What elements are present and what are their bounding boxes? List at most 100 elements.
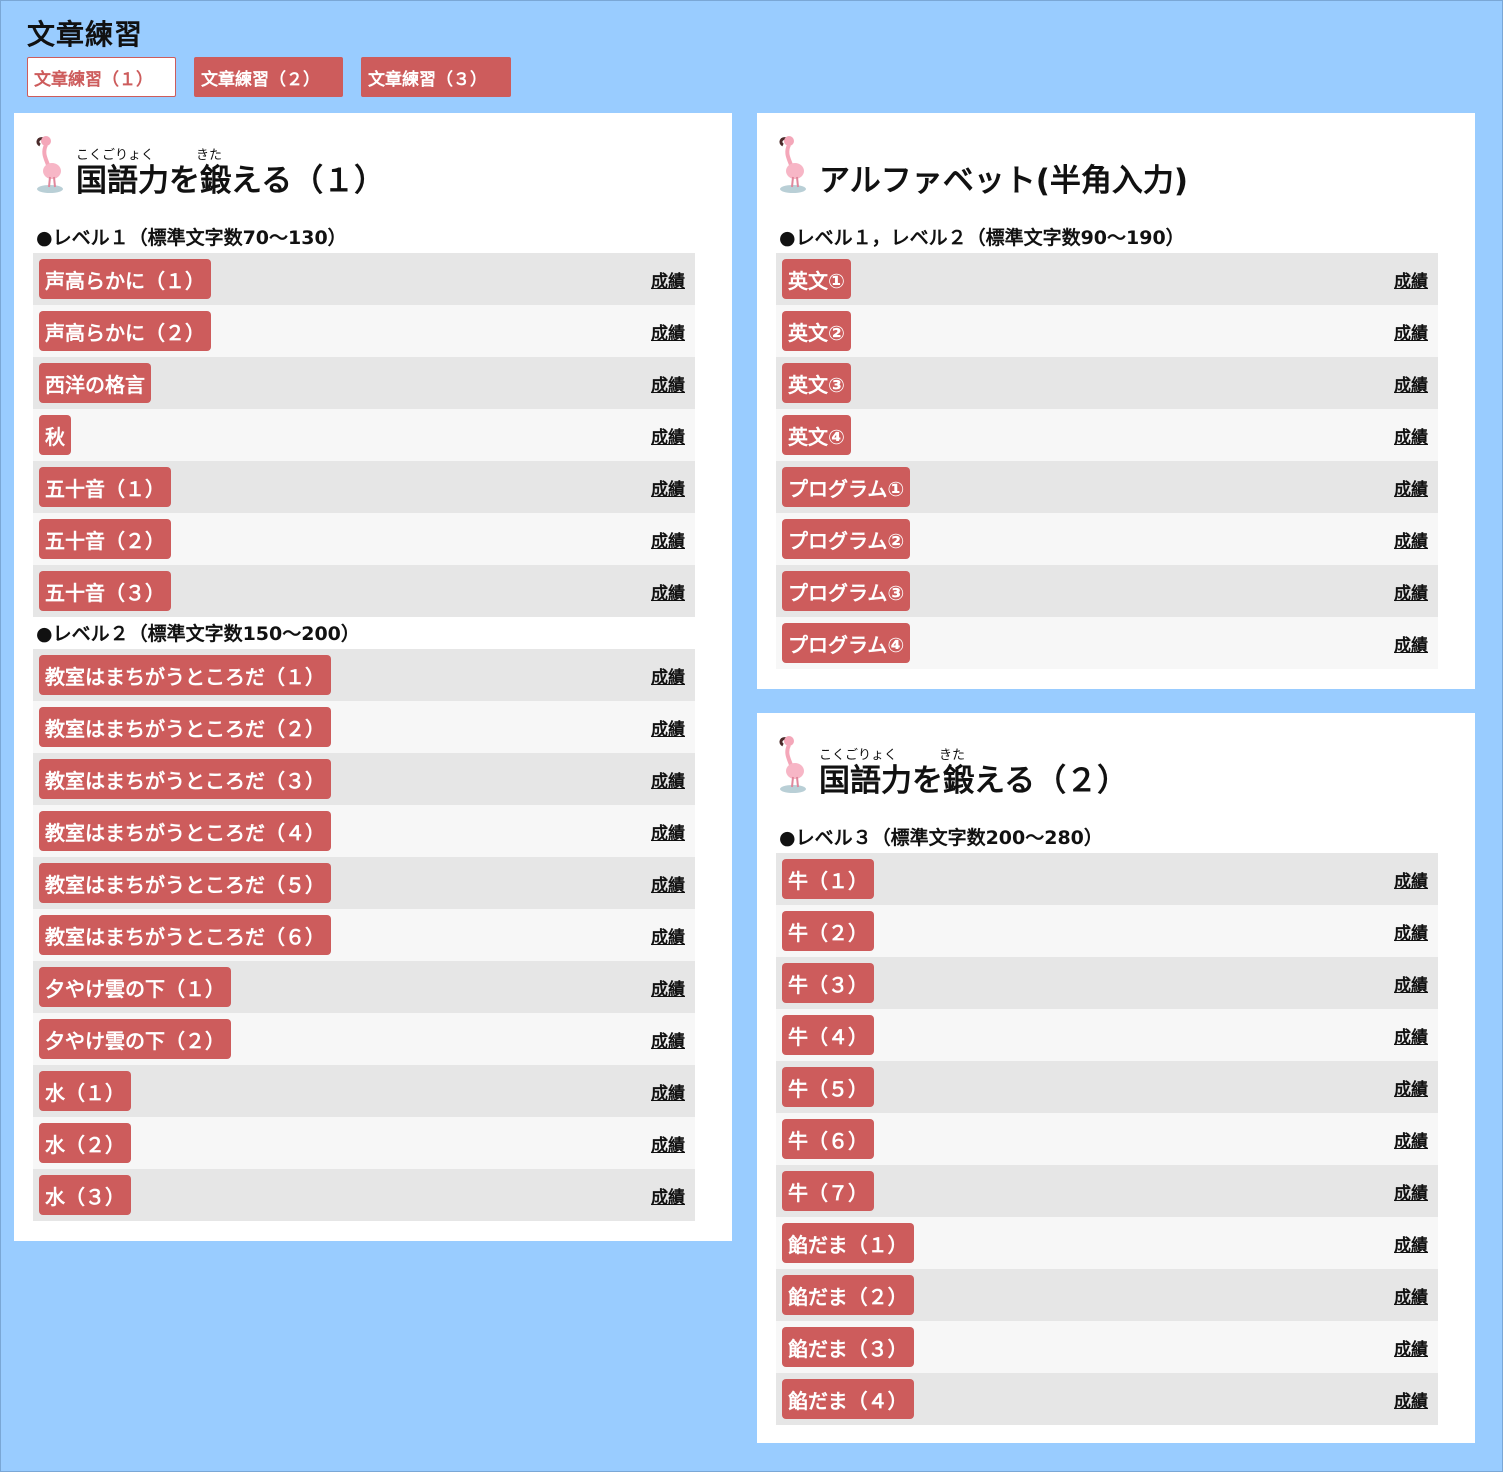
score-link[interactable]: 成績 — [1394, 1387, 1428, 1412]
exercise-button[interactable]: 牛（３） — [782, 963, 874, 1003]
panel-kokugo-2: こくごりょく きた 国語力を鍛える（２） ●レベル３（標準文字数200～280）… — [757, 713, 1475, 1443]
exercise-row: 教室はまちがうところだ（２） 成績 — [33, 701, 695, 753]
exercise-button[interactable]: 五十音（１） — [39, 467, 171, 507]
score-link[interactable]: 成績 — [1394, 971, 1428, 996]
exercise-row: プログラム① 成績 — [776, 461, 1438, 513]
exercise-button[interactable]: 声高らかに（１） — [39, 259, 211, 299]
score-link[interactable]: 成績 — [651, 267, 685, 292]
exercise-button[interactable]: 英文④ — [782, 415, 851, 455]
exercise-row: 餡だま（２） 成績 — [776, 1269, 1438, 1321]
score-link[interactable]: 成績 — [1394, 1127, 1428, 1152]
exercise-button[interactable]: 教室はまちがうところだ（１） — [39, 655, 331, 695]
exercise-button[interactable]: 教室はまちがうところだ（３） — [39, 759, 331, 799]
exercise-button[interactable]: 牛（５） — [782, 1067, 874, 1107]
exercise-button[interactable]: 水（３） — [39, 1175, 131, 1215]
score-link[interactable]: 成績 — [651, 1131, 685, 1156]
score-link[interactable]: 成績 — [651, 767, 685, 792]
exercise-list: 英文① 成績 英文② 成績 英文③ 成績 英文④ 成績 プログラム① 成績 プログラム② 成績 プログラ… — [776, 253, 1438, 669]
panel-title: 国語力を鍛える（１） — [76, 163, 386, 199]
exercise-button[interactable]: 英文② — [782, 311, 851, 351]
level-heading: ●レベル３（標準文字数200～280） — [779, 827, 1103, 849]
panel-alphabet: アルファベット(半角入力) ●レベル１，レベル２（標準文字数90～190） 英文… — [757, 113, 1475, 689]
score-link[interactable]: 成績 — [1394, 1335, 1428, 1360]
exercise-row: プログラム② 成績 — [776, 513, 1438, 565]
exercise-row: 教室はまちがうところだ（５） 成績 — [33, 857, 695, 909]
exercise-row: 教室はまちがうところだ（１） 成績 — [33, 649, 695, 701]
tab-practice-1[interactable]: 文章練習（１） — [27, 57, 176, 97]
score-link[interactable]: 成績 — [1394, 1179, 1428, 1204]
exercise-button[interactable]: 夕やけ雲の下（１） — [39, 967, 231, 1007]
flamingo-icon — [779, 136, 806, 193]
exercise-button[interactable]: 英文① — [782, 259, 851, 299]
page-title: 文章練習 — [27, 18, 144, 51]
score-link[interactable]: 成績 — [1394, 371, 1428, 396]
exercise-button[interactable]: 餡だま（４） — [782, 1379, 914, 1419]
exercise-button[interactable]: 牛（２） — [782, 911, 874, 951]
panel-header: こくごりょく きた 国語力を鍛える（１） — [32, 131, 692, 199]
exercise-button[interactable]: プログラム④ — [782, 623, 911, 663]
score-link[interactable]: 成績 — [651, 663, 685, 688]
exercise-button[interactable]: 水（２） — [39, 1123, 131, 1163]
score-link[interactable]: 成績 — [1394, 527, 1428, 552]
score-link[interactable]: 成績 — [651, 975, 685, 1000]
exercise-button[interactable]: 教室はまちがうところだ（４） — [39, 811, 331, 851]
exercise-button[interactable]: 教室はまちがうところだ（６） — [39, 915, 331, 955]
exercise-row: 声高らかに（１） 成績 — [33, 253, 695, 305]
exercise-row: 水（２） 成績 — [33, 1117, 695, 1169]
tab-practice-2[interactable]: 文章練習（２） — [194, 57, 343, 97]
score-link[interactable]: 成績 — [651, 871, 685, 896]
score-link[interactable]: 成績 — [1394, 631, 1428, 656]
exercise-button[interactable]: 夕やけ雲の下（２） — [39, 1019, 231, 1059]
score-link[interactable]: 成績 — [651, 475, 685, 500]
exercise-button[interactable]: 教室はまちがうところだ（５） — [39, 863, 331, 903]
exercise-row: 水（１） 成績 — [33, 1065, 695, 1117]
score-link[interactable]: 成績 — [1394, 319, 1428, 344]
exercise-button[interactable]: 餡だま（２） — [782, 1275, 914, 1315]
score-link[interactable]: 成績 — [1394, 423, 1428, 448]
score-link[interactable]: 成績 — [651, 715, 685, 740]
score-link[interactable]: 成績 — [1394, 867, 1428, 892]
score-link[interactable]: 成績 — [1394, 1075, 1428, 1100]
exercise-button[interactable]: 餡だま（３） — [782, 1327, 914, 1367]
exercise-button[interactable]: 教室はまちがうところだ（２） — [39, 707, 331, 747]
score-link[interactable]: 成績 — [1394, 1283, 1428, 1308]
score-link[interactable]: 成績 — [651, 819, 685, 844]
exercise-button[interactable]: 西洋の格言 — [39, 363, 151, 403]
exercise-button[interactable]: 声高らかに（２） — [39, 311, 211, 351]
score-link[interactable]: 成績 — [651, 319, 685, 344]
score-link[interactable]: 成績 — [1394, 1231, 1428, 1256]
exercise-row: 教室はまちがうところだ（４） 成績 — [33, 805, 695, 857]
score-link[interactable]: 成績 — [651, 527, 685, 552]
tab-practice-3[interactable]: 文章練習（３） — [361, 57, 511, 97]
level-heading: ●レベル１（標準文字数70～130） — [36, 227, 347, 249]
exercise-row: 牛（６） 成績 — [776, 1113, 1438, 1165]
exercise-button[interactable]: 水（１） — [39, 1071, 131, 1111]
exercise-button[interactable]: プログラム① — [782, 467, 911, 507]
score-link[interactable]: 成績 — [1394, 267, 1428, 292]
exercise-button[interactable]: 五十音（２） — [39, 519, 171, 559]
score-link[interactable]: 成績 — [651, 923, 685, 948]
exercise-button[interactable]: 餡だま（１） — [782, 1223, 914, 1263]
exercise-row: 水（３） 成績 — [33, 1169, 695, 1221]
score-link[interactable]: 成績 — [651, 423, 685, 448]
score-link[interactable]: 成績 — [1394, 579, 1428, 604]
score-link[interactable]: 成績 — [1394, 475, 1428, 500]
score-link[interactable]: 成績 — [651, 579, 685, 604]
exercise-button[interactable]: 英文③ — [782, 363, 851, 403]
exercise-button[interactable]: 秋 — [39, 415, 71, 455]
score-link[interactable]: 成績 — [651, 371, 685, 396]
exercise-button[interactable]: 牛（４） — [782, 1015, 874, 1055]
exercise-button[interactable]: 牛（７） — [782, 1171, 874, 1211]
exercise-row: プログラム③ 成績 — [776, 565, 1438, 617]
score-link[interactable]: 成績 — [1394, 1023, 1428, 1048]
score-link[interactable]: 成績 — [651, 1079, 685, 1104]
score-link[interactable]: 成績 — [1394, 919, 1428, 944]
exercise-list: 教室はまちがうところだ（１） 成績 教室はまちがうところだ（２） 成績 教室はまちがうと… — [33, 649, 695, 1221]
score-link[interactable]: 成績 — [651, 1183, 685, 1208]
exercise-button[interactable]: 牛（１） — [782, 859, 874, 899]
score-link[interactable]: 成績 — [651, 1027, 685, 1052]
exercise-button[interactable]: プログラム③ — [782, 571, 911, 611]
exercise-button[interactable]: 牛（６） — [782, 1119, 874, 1159]
exercise-button[interactable]: 五十音（３） — [39, 571, 171, 611]
exercise-button[interactable]: プログラム② — [782, 519, 911, 559]
